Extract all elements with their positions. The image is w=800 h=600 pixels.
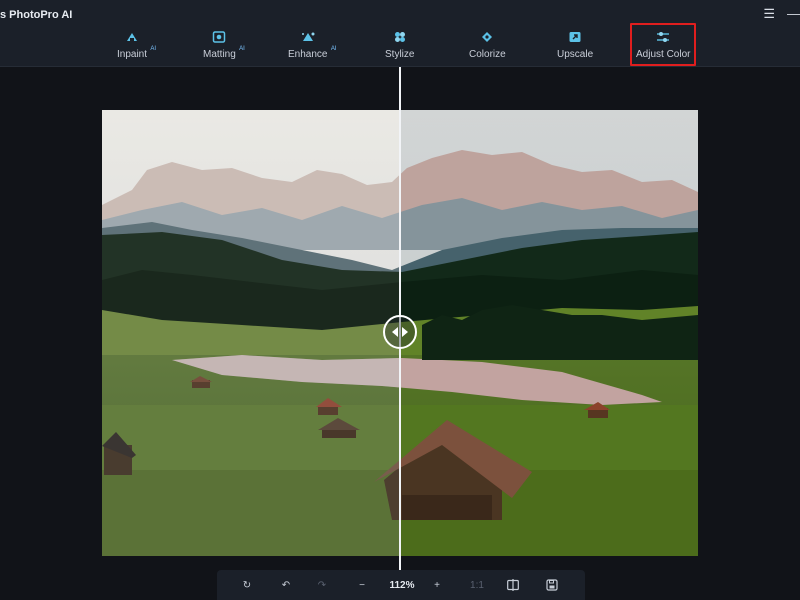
zoom-in-button[interactable]: + [429,577,445,593]
landscape-photo-after [400,110,698,556]
save-icon[interactable] [544,577,560,593]
arrow-right-icon [402,327,408,337]
ai-badge: AI [150,46,157,52]
undo-icon[interactable]: ↶ [278,577,294,593]
colorize-icon [479,30,495,44]
tab-matting[interactable]: Matting AI [203,28,245,66]
tab-stylize[interactable]: Stylize [385,28,414,66]
ai-badge: AI [330,46,337,52]
inpaint-icon [124,30,140,44]
stylize-icon [392,30,408,44]
bottom-toolbar: ↻ ↶ ↷ − 112% + 1:1 [217,570,585,600]
tab-colorize-label: Colorize [469,49,506,60]
tab-upscale-label: Upscale [557,49,594,60]
top-bar: s PhotoPro AI ☰ — Inpaint AI Matting AI En… [0,0,800,67]
tab-enhance-label: Enhance [288,49,328,60]
tab-adjust-color-label: Adjust Color [636,49,691,60]
before-image [102,110,400,556]
tab-colorize[interactable]: Colorize [469,28,506,66]
tab-matting-label: Matting [203,49,236,60]
tool-tabs: InpaintAI MattingAI EnhanceAI Stylize [0,23,800,66]
landscape-photo-before [102,110,400,556]
window-controls: ☰ — [763,7,800,21]
upscale-icon [567,30,583,44]
redo-icon[interactable]: ↷ [314,577,330,593]
tab-enhance[interactable]: Enhance AI [288,28,336,66]
arrow-left-icon [392,327,398,337]
tab-inpaint-label: Inpaint [117,49,148,60]
enhance-icon [300,30,316,44]
compare-view-icon[interactable] [505,577,521,593]
tab-stylize-label: Stylize [385,49,415,60]
ai-badge: AI [239,46,245,52]
compare-handle-icon[interactable] [383,315,417,349]
tab-inpaint[interactable]: Inpaint AI [117,28,156,66]
zoom-out-button[interactable]: − [354,577,370,593]
minimize-icon[interactable]: — [787,7,800,21]
menu-icon[interactable]: ☰ [763,7,775,21]
matting-icon [211,30,227,44]
actual-size-button[interactable]: 1:1 [467,577,487,593]
adjust-color-icon [655,30,671,44]
after-image [400,110,698,556]
zoom-level: 112% [389,579,415,591]
tab-adjust-color[interactable]: Adjust Color [630,23,697,66]
app-title: s PhotoPro AI [0,9,73,21]
reset-icon[interactable]: ↻ [239,577,255,593]
tab-upscale[interactable]: Upscale [557,28,593,66]
